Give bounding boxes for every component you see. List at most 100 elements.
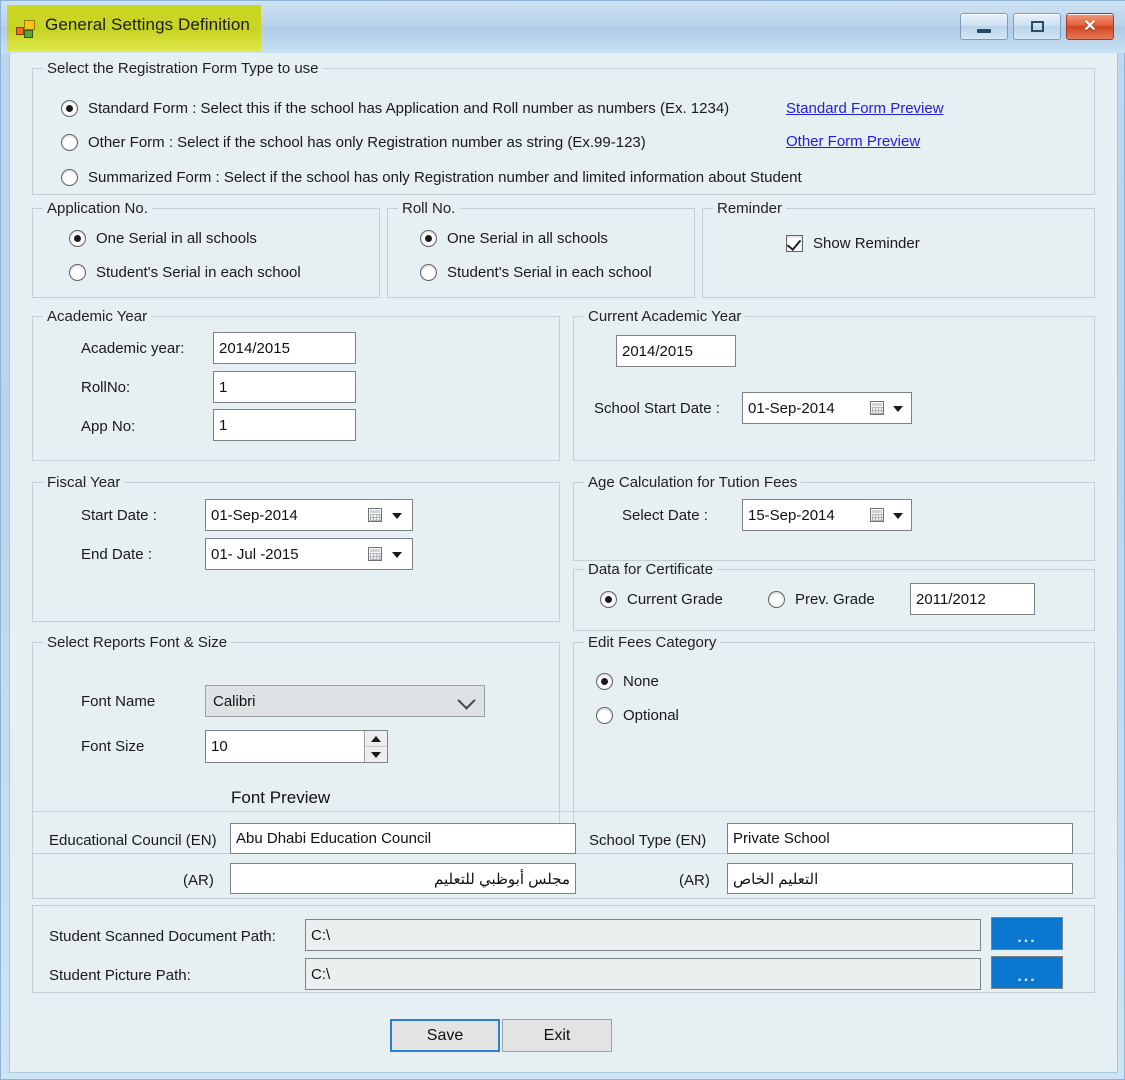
academic-year-group: Academic Year Academic year: 2014/2015 R…	[32, 308, 560, 461]
input-educational-council-en[interactable]: Abu Dhabi Education Council	[230, 823, 576, 854]
label-school-start-date: School Start Date :	[594, 400, 720, 417]
radio-current-grade[interactable]	[600, 591, 617, 608]
datepicker-fiscal-end-date[interactable]: 01- Jul -2015	[205, 538, 413, 570]
stepper-down-button[interactable]	[365, 747, 387, 762]
window-title: General Settings Definition	[45, 15, 250, 34]
minimize-icon	[977, 28, 991, 33]
browse-picture-button[interactable]: ...	[991, 956, 1063, 989]
label-picture-path: Student Picture Path:	[49, 967, 191, 984]
value-age-select-date: 15-Sep-2014	[748, 506, 835, 524]
application-no-group: Application No. One Serial in all school…	[32, 200, 380, 298]
label-roll-student-serial: Student's Serial in each school	[447, 264, 652, 281]
chevron-down-icon	[392, 552, 402, 558]
label-font-name: Font Name	[81, 693, 156, 710]
value-school-start-date: 01-Sep-2014	[748, 399, 835, 417]
age-calculation-group: Age Calculation for Tution Fees Select D…	[573, 474, 1095, 561]
radio-fees-optional[interactable]	[596, 707, 613, 724]
current-academic-year-group: Current Academic Year 2014/2015 School S…	[573, 308, 1095, 461]
input-rollno[interactable]: 1	[213, 371, 356, 403]
age-calculation-title: Age Calculation for Tution Fees	[584, 474, 802, 491]
link-other-form-preview[interactable]: Other Form Preview	[786, 133, 920, 150]
input-prev-grade-year[interactable]: 2011/2012	[910, 583, 1035, 615]
checkbox-show-reminder[interactable]	[786, 235, 803, 252]
label-app-student-serial: Student's Serial in each school	[96, 264, 301, 281]
radio-standard-form[interactable]	[61, 100, 78, 117]
application-window: General Settings Definition ✕ Select the…	[0, 0, 1125, 1080]
input-appno[interactable]: 1	[213, 409, 356, 441]
label-school-type-ar: (AR)	[679, 872, 710, 889]
label-other-form: Other Form : Select if the school has on…	[88, 134, 646, 151]
input-scanned-document-path[interactable]: C:\	[305, 919, 981, 951]
reminder-title: Reminder	[713, 200, 787, 217]
value-font-size: 10	[211, 738, 228, 755]
calendar-icon	[368, 547, 382, 561]
input-school-type-en[interactable]: Private School	[727, 823, 1073, 854]
datepicker-school-start-date[interactable]: 01-Sep-2014	[742, 392, 912, 424]
roll-no-title: Roll No.	[398, 200, 460, 217]
minimize-button[interactable]	[960, 13, 1008, 40]
data-for-certificate-title: Data for Certificate	[584, 561, 718, 578]
input-current-academic-year[interactable]: 2014/2015	[616, 335, 736, 367]
input-academic-year[interactable]: 2014/2015	[213, 332, 356, 364]
dropdown-font-name[interactable]: Calibri	[205, 685, 485, 717]
paths-group: Student Scanned Document Path: C:\ ... S…	[32, 905, 1095, 993]
label-font-size: Font Size	[81, 738, 145, 755]
radio-app-student-serial[interactable]	[69, 264, 86, 281]
data-for-certificate-group: Data for Certificate Current Grade Prev.…	[573, 561, 1095, 631]
maximize-button[interactable]	[1013, 13, 1061, 40]
label-summarized-form: Summarized Form : Select if the school h…	[88, 169, 802, 186]
label-age-select-date: Select Date :	[622, 507, 708, 524]
datepicker-fiscal-start-date[interactable]: 01-Sep-2014	[205, 499, 413, 531]
fiscal-year-group: Fiscal Year Start Date : 01-Sep-2014 End…	[32, 474, 560, 622]
current-academic-year-title: Current Academic Year	[584, 308, 746, 325]
registration-form-type-title: Select the Registration Form Type to use	[43, 60, 323, 77]
chevron-down-icon	[893, 513, 903, 519]
radio-fees-none[interactable]	[596, 673, 613, 690]
stepper-buttons[interactable]	[364, 731, 387, 762]
reminder-group: Reminder Show Reminder	[702, 200, 1095, 298]
form-client-area: Select the Registration Form Type to use…	[9, 53, 1118, 1073]
label-show-reminder: Show Reminder	[813, 235, 920, 252]
maximize-icon	[1030, 21, 1044, 32]
calendar-icon	[368, 508, 382, 522]
label-fiscal-start-date: Start Date :	[81, 507, 157, 524]
input-school-type-ar[interactable]: التعليم الخاص	[727, 863, 1073, 894]
registration-form-type-group: Select the Registration Form Type to use…	[32, 60, 1095, 195]
caret-down-icon	[371, 751, 381, 758]
close-button[interactable]: ✕	[1066, 13, 1114, 40]
value-fiscal-start-date: 01-Sep-2014	[211, 506, 298, 524]
radio-roll-one-serial[interactable]	[420, 230, 437, 247]
label-fiscal-end-date: End Date :	[81, 546, 152, 563]
calendar-icon	[870, 508, 884, 522]
calendar-icon	[870, 401, 884, 415]
radio-prev-grade[interactable]	[768, 591, 785, 608]
stepper-font-size[interactable]: 10	[205, 730, 388, 763]
radio-summarized-form[interactable]	[61, 169, 78, 186]
label-standard-form: Standard Form : Select this if the schoo…	[88, 100, 730, 117]
input-picture-path[interactable]: C:\	[305, 958, 981, 990]
radio-other-form[interactable]	[61, 134, 78, 151]
label-fees-none: None	[623, 673, 659, 690]
radio-app-one-serial[interactable]	[69, 230, 86, 247]
close-icon: ✕	[1083, 17, 1097, 35]
label-current-grade: Current Grade	[627, 591, 723, 608]
label-fees-optional: Optional	[623, 707, 679, 724]
vb-form-icon	[16, 20, 36, 38]
roll-no-group: Roll No. One Serial in all schools Stude…	[387, 200, 695, 298]
chevron-down-icon	[457, 691, 476, 710]
radio-roll-student-serial[interactable]	[420, 264, 437, 281]
label-appno: App No:	[81, 418, 136, 435]
title-bar[interactable]: General Settings Definition ✕	[1, 1, 1125, 53]
chevron-down-icon	[893, 406, 903, 412]
exit-button[interactable]: Exit	[502, 1019, 612, 1052]
application-no-title: Application No.	[43, 200, 152, 217]
link-standard-form-preview[interactable]: Standard Form Preview	[786, 100, 944, 117]
stepper-up-button[interactable]	[365, 731, 387, 747]
datepicker-age-select-date[interactable]: 15-Sep-2014	[742, 499, 912, 531]
font-preview-text: Font Preview	[231, 788, 331, 807]
browse-scanned-document-button[interactable]: ...	[991, 917, 1063, 950]
chevron-down-icon	[392, 513, 402, 519]
save-button[interactable]: Save	[390, 1019, 500, 1052]
label-academic-year: Academic year:	[81, 340, 185, 357]
input-educational-council-ar[interactable]: مجلس أبوظبي للتعليم	[230, 863, 576, 894]
